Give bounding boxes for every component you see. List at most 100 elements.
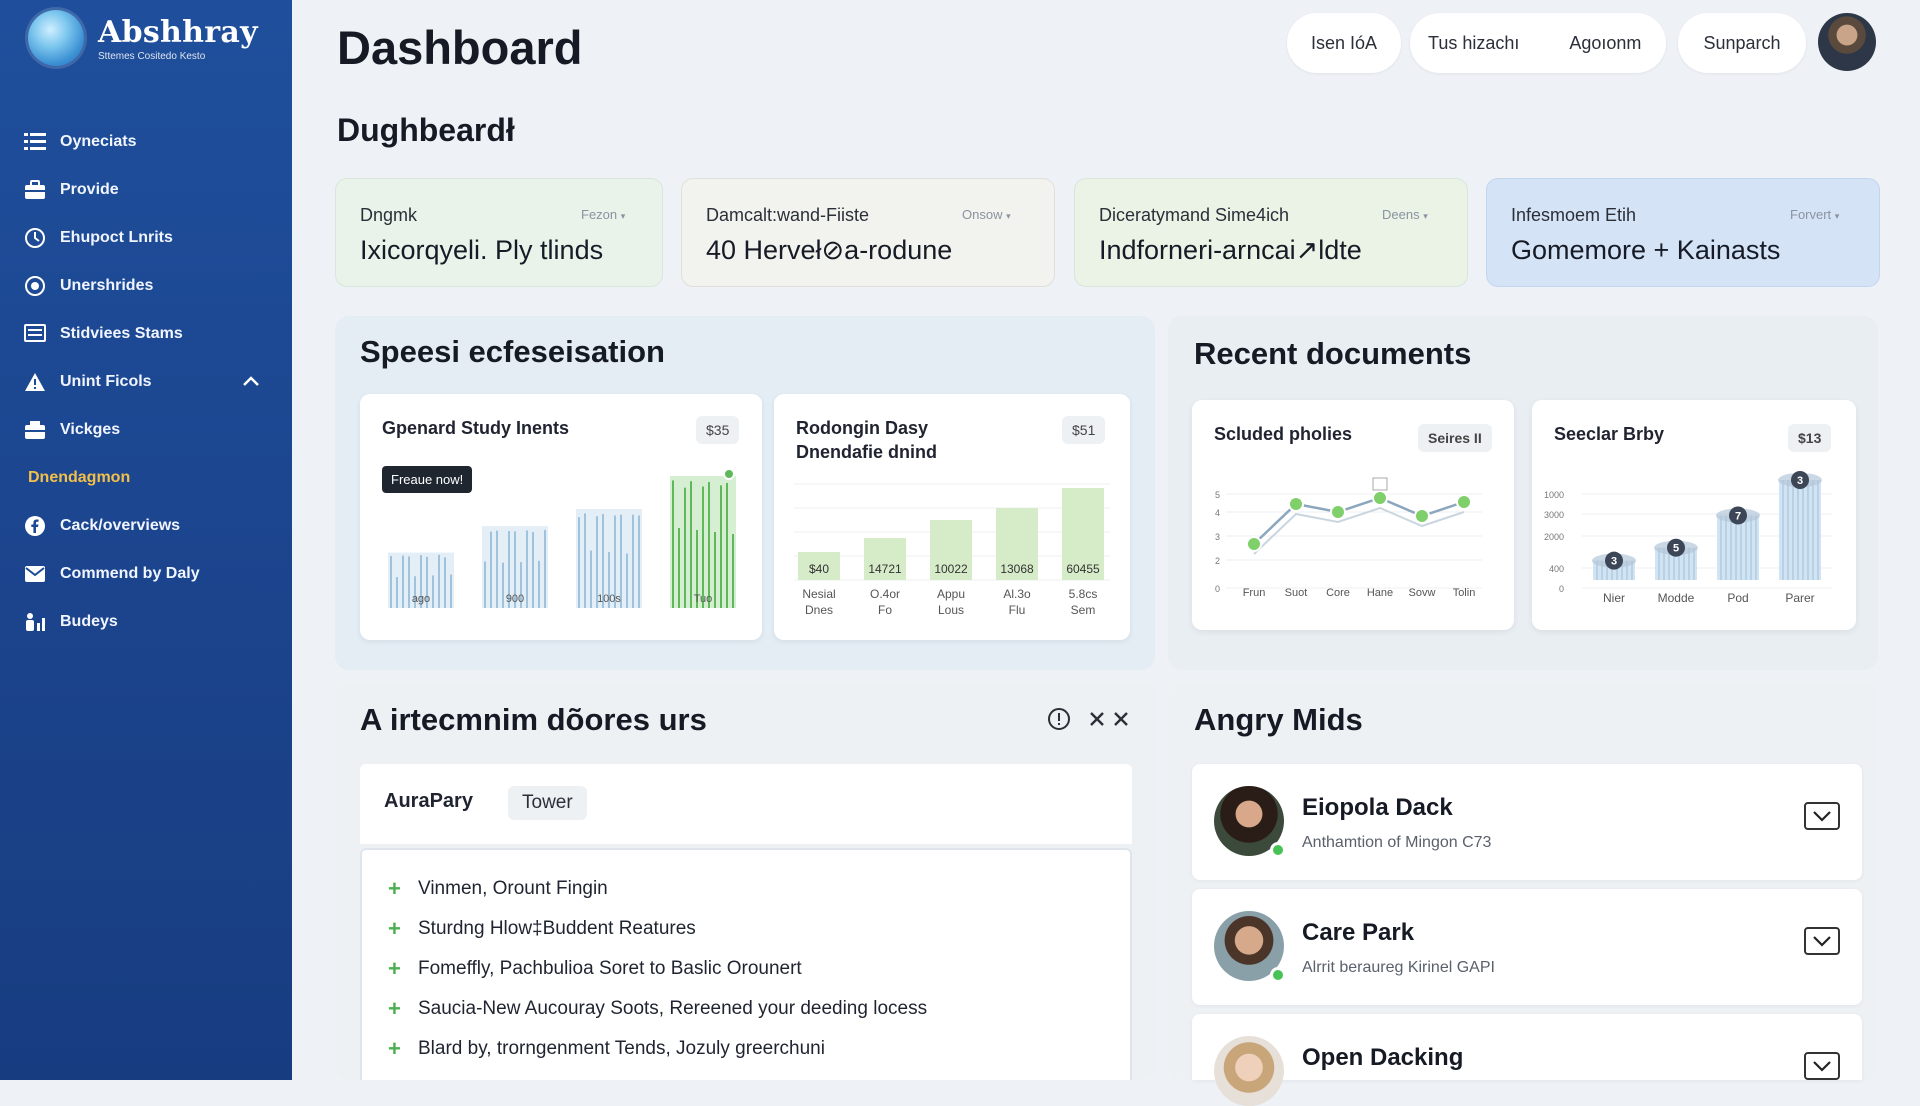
list-icon (24, 131, 46, 153)
sidebar-item-label: Stidviees Stams (60, 325, 183, 342)
tick-label: 400 (1549, 564, 1564, 574)
people-title: Angry Mids (1194, 702, 1363, 737)
header-action-button[interactable]: Isen IóA (1287, 13, 1401, 73)
tick-label: Lous (938, 603, 964, 617)
person-card[interactable]: Care Park Alrrit beraureg Kirinel GAPI (1192, 889, 1862, 1005)
tick-label: 3 (1215, 532, 1220, 542)
tick-label: 5.8cs (1069, 587, 1098, 601)
tab-aurapary[interactable]: AuraPary (384, 790, 473, 813)
stat-card[interactable]: Diceratymand Sime4ich Deens ▾ Indforneri… (1074, 178, 1468, 287)
list-item[interactable]: + Blard by, trorngenment Tends, Jozuly gr… (388, 1036, 825, 1062)
app-logo[interactable]: Abshhray Sttemes Cositedo Kesto (28, 10, 258, 66)
sidebar-item-provide[interactable]: Provide (0, 166, 292, 214)
line-chart: 0 2 3 4 5 Frun Suot Core Hane Sovw Tolin (1215, 477, 1482, 599)
stat-tag: Onsow ▾ (962, 207, 1011, 222)
sidebar-item-commend-by-daly[interactable]: Commend by Daly (0, 550, 292, 598)
person-name: Eiopola Dack (1302, 794, 1453, 821)
sidebar-item-ehupoct-lnrits[interactable]: Ehupoct Lnrits (0, 214, 292, 262)
data-point (723, 468, 735, 480)
chart-card[interactable]: Scluded pholies Seires II 0 2 3 4 5 Frun Suot C… (1192, 400, 1514, 630)
tick-label: 1000 (1544, 490, 1564, 500)
tick-label: 0 (1559, 584, 1564, 594)
data-label: 7 (1735, 510, 1741, 522)
person-card[interactable]: Eiopola Dack Anthamtion of Mingon C73 (1192, 764, 1862, 880)
stat-value: Gomemore + Kainasts (1511, 235, 1781, 265)
data-point (1288, 496, 1304, 512)
data-point (1456, 494, 1472, 510)
sidebar-item-dnendagmon[interactable]: Dnendagmon (0, 454, 292, 502)
list-item[interactable]: + Sturdng Hlow‡Buddent Reatures (388, 916, 696, 942)
page-title: Dashboard (337, 21, 583, 74)
tick-label: Tolin (1453, 587, 1476, 599)
sidebar-item-label: Unint Ficols (60, 373, 152, 390)
sidebar-item-label: Cack/overviews (60, 517, 181, 534)
sidebar-item-label: Vickges (60, 421, 121, 438)
avatar (1214, 1036, 1284, 1106)
stat-card[interactable]: Infesmoem Etih Forvert ▾ Gomemore + Kain… (1486, 178, 1880, 287)
chart-bar (1779, 480, 1821, 580)
data-label: 5 (1673, 543, 1679, 555)
close-icon[interactable] (1086, 708, 1108, 730)
user-avatar[interactable] (1818, 13, 1876, 71)
data-point (1372, 490, 1388, 506)
package-icon (24, 419, 46, 441)
sidebar-item-budeys[interactable]: Budeys (0, 598, 292, 646)
sidebar-item-vickges[interactable]: Vickges (0, 406, 292, 454)
person-card[interactable]: Open Dacking (1192, 1014, 1862, 1106)
list-item[interactable]: + Vinmen, Orount Fingin (388, 876, 608, 902)
tick-label: Tuo (694, 593, 713, 605)
tick-label: Frun (1243, 587, 1266, 599)
stat-label: Dngmk (360, 205, 418, 225)
sidebar-item-label: Commend by Daly (60, 565, 200, 582)
tick-label: Suot (1285, 587, 1308, 599)
chevron-down-icon[interactable] (1804, 1052, 1840, 1080)
stat-label: Infesmoem Etih (1511, 205, 1637, 225)
stat-tag: Deens ▾ (1382, 207, 1428, 222)
tick-label: Dnes (805, 603, 833, 617)
stat-label: Diceratymand Sime4ich (1099, 205, 1290, 225)
sidebar-item-label: Ehupoct Lnrits (60, 229, 173, 246)
sidebar-item-cack-overviews[interactable]: Cack/overviews (0, 502, 292, 550)
data-label: 13068 (1000, 562, 1034, 576)
tick-label: 4 (1215, 508, 1220, 518)
data-point (1414, 508, 1430, 524)
plus-icon: + (388, 996, 401, 1021)
data-label: 3 (1797, 475, 1803, 487)
stat-card[interactable]: Dngmk Fezon ▾ Ixicorqyeli. Ply tlinds (335, 178, 663, 287)
plus-icon: + (388, 916, 401, 941)
chart-card[interactable]: Gpenard Study Inents $35 Freaue now! ago… (360, 394, 762, 640)
tick-label: Parer (1785, 591, 1814, 605)
sidebar-item-label: Provide (60, 181, 119, 198)
facebook-icon (24, 515, 46, 537)
sidebar-item-stidviees-stams[interactable]: Stidviees Stams (0, 310, 292, 358)
tick-label: Fo (878, 603, 892, 617)
data-label: 60455 (1066, 562, 1100, 576)
list-item[interactable]: + Saucia-New Aucouray Soots, Rereened you… (388, 996, 927, 1022)
tick-label: Al.3o (1003, 587, 1031, 601)
header-action-button[interactable]: Agoıonm (1569, 33, 1641, 54)
chevron-down-icon[interactable] (1804, 802, 1840, 830)
chart-card[interactable]: Seeclar Brby $13 0 400 2000 3000 1000 3 Nier 5 M… (1532, 400, 1856, 630)
tick-label: 3000 (1544, 510, 1564, 520)
chart-card[interactable]: Rodongin Dasy Dnendafie dnind $51 $40 Nes… (774, 394, 1130, 640)
page-subtitle: Dughbeardł (337, 112, 515, 148)
data-label: $40 (809, 562, 829, 576)
list-item[interactable]: + Fomeffly, Pachbulioa Soret to Baslic Or… (388, 956, 802, 982)
chevron-down-icon[interactable] (1804, 927, 1840, 955)
sidebar-item-unint-ficols[interactable]: Unint Ficols (0, 358, 292, 406)
stat-card[interactable]: Damcalt:wand-Fiiste Onsow ▾ 40 Herveł⊘a-… (681, 178, 1055, 287)
close-icon[interactable] (1110, 708, 1132, 730)
header-action-button[interactable]: Tus hizachı (1428, 33, 1519, 54)
info-icon[interactable] (1046, 706, 1072, 732)
sidebar: Abshhray Sttemes Cositedo Kesto Oyneciat… (0, 0, 292, 1080)
tab-tower[interactable]: Tower (508, 786, 587, 820)
search-button[interactable]: Sunparch (1678, 13, 1806, 73)
stat-value: Indforneri-arncai↗ldte (1099, 235, 1362, 265)
stat-tag: Forvert ▾ (1790, 207, 1840, 222)
sidebar-item-unershrides[interactable]: Unershrides (0, 262, 292, 310)
sidebar-item-label: Oyneciats (60, 133, 137, 150)
tick-label: 2 (1215, 556, 1220, 566)
person-role: Alrrit beraureg Kirinel GAPI (1302, 959, 1495, 976)
chevron-up-icon[interactable] (242, 372, 260, 390)
sidebar-item-oyneciats[interactable]: Oyneciats (0, 118, 292, 166)
